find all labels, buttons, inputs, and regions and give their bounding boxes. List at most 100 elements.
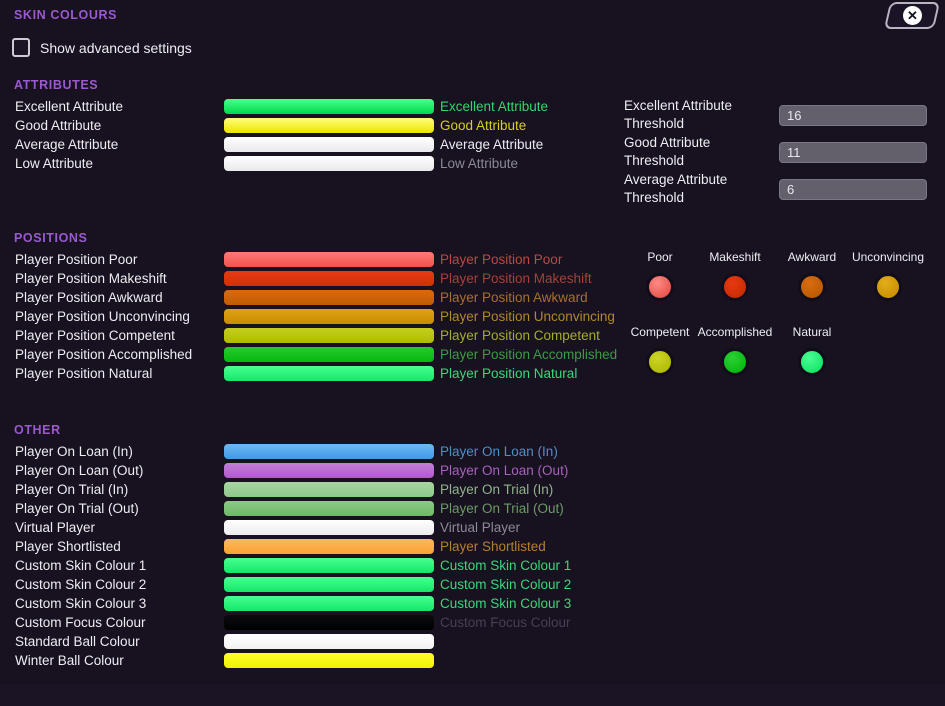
position-circle-item: Poor bbox=[620, 249, 700, 301]
colour-swatch[interactable] bbox=[224, 328, 434, 343]
colour-row-label: Excellent Attribute bbox=[15, 99, 124, 114]
colour-swatch[interactable] bbox=[224, 634, 434, 649]
threshold-label: Good Attribute Threshold bbox=[624, 135, 711, 168]
colour-swatch[interactable] bbox=[224, 99, 434, 114]
colour-sample-text: Custom Skin Colour 1 bbox=[440, 558, 572, 573]
show-advanced-settings-row[interactable]: Show advanced settings bbox=[12, 38, 192, 57]
colour-swatch[interactable] bbox=[224, 577, 434, 592]
colour-swatch[interactable] bbox=[224, 252, 434, 267]
colour-row: Average Attribute Average Attribute bbox=[0, 135, 620, 154]
threshold-input[interactable]: 16 bbox=[779, 105, 927, 126]
colour-swatch[interactable] bbox=[224, 615, 434, 630]
position-circle-swatch[interactable] bbox=[874, 273, 902, 301]
colour-row-label: Player Position Awkward bbox=[15, 290, 163, 305]
colour-sample-text: Player On Trial (Out) bbox=[440, 501, 564, 516]
close-button[interactable]: ✕ bbox=[883, 2, 941, 29]
position-circle-swatch[interactable] bbox=[798, 273, 826, 301]
colour-row: Player On Loan (Out) Player On Loan (Out) bbox=[0, 461, 620, 480]
colour-swatch[interactable] bbox=[224, 290, 434, 305]
colour-row-label: Player Position Competent bbox=[15, 328, 175, 343]
page-title: SKIN COLOURS bbox=[14, 8, 118, 22]
threshold-field-group: Excellent Attribute Threshold 16 bbox=[624, 97, 944, 134]
position-circle-label: Awkward bbox=[787, 250, 837, 264]
colour-swatch[interactable] bbox=[224, 520, 434, 535]
colour-swatch[interactable] bbox=[224, 156, 434, 171]
position-circle-label: Makeshift bbox=[709, 250, 761, 264]
position-circle-swatch[interactable] bbox=[646, 273, 674, 301]
position-circle-item: Competent bbox=[620, 324, 700, 376]
position-circle-label: Natural bbox=[792, 325, 832, 339]
colour-row-label: Good Attribute bbox=[15, 118, 102, 133]
position-circle-swatch[interactable] bbox=[798, 348, 826, 376]
colour-swatch[interactable] bbox=[224, 137, 434, 152]
colour-row: Player Shortlisted Player Shortlisted bbox=[0, 537, 620, 556]
threshold-input[interactable]: 6 bbox=[779, 179, 927, 200]
colour-swatch[interactable] bbox=[224, 653, 434, 668]
colour-sample-text: Player On Trial (In) bbox=[440, 482, 554, 497]
colour-row-label: Winter Ball Colour bbox=[15, 653, 124, 668]
colour-row: Player On Trial (Out) Player On Trial (Ou… bbox=[0, 499, 620, 518]
threshold-field-group: Average Attribute Threshold 6 bbox=[624, 171, 944, 208]
colour-swatch[interactable] bbox=[224, 482, 434, 497]
colour-swatch[interactable] bbox=[224, 444, 434, 459]
colour-swatch[interactable] bbox=[224, 309, 434, 324]
position-circle-item: Accomplished bbox=[695, 324, 775, 376]
colour-sample-text: Low Attribute bbox=[440, 156, 519, 171]
colour-row-label: Average Attribute bbox=[15, 137, 119, 152]
colour-swatch[interactable] bbox=[224, 558, 434, 573]
colour-sample-text: Virtual Player bbox=[440, 520, 521, 535]
colour-sample-text: Player On Loan (In) bbox=[440, 444, 558, 459]
colour-swatch[interactable] bbox=[224, 596, 434, 611]
colour-swatch[interactable] bbox=[224, 501, 434, 516]
colour-row: Custom Focus Colour Custom Focus Colour bbox=[0, 613, 620, 632]
colour-swatch[interactable] bbox=[224, 271, 434, 286]
show-advanced-settings-checkbox[interactable] bbox=[12, 38, 30, 57]
colour-swatch[interactable] bbox=[224, 347, 434, 362]
colour-sample-text: Player Position Accomplished bbox=[440, 347, 618, 362]
close-icon: ✕ bbox=[902, 6, 922, 25]
colour-row-label: Custom Skin Colour 2 bbox=[15, 577, 147, 592]
colour-sample-text: Player Position Unconvincing bbox=[440, 309, 615, 324]
colour-row: Custom Skin Colour 2 Custom Skin Colour 2 bbox=[0, 575, 620, 594]
colour-sample-text: Player Position Makeshift bbox=[440, 271, 592, 286]
colour-row: Good Attribute Good Attribute bbox=[0, 116, 620, 135]
threshold-input[interactable]: 11 bbox=[779, 142, 927, 163]
colour-row: Virtual Player Virtual Player bbox=[0, 518, 620, 537]
colour-row: Player Position Unconvincing Player Posit… bbox=[0, 307, 620, 326]
colour-row-label: Player On Trial (In) bbox=[15, 482, 129, 497]
colour-row-label: Player Position Unconvincing bbox=[15, 309, 190, 324]
colour-sample-text: Custom Focus Colour bbox=[440, 615, 571, 630]
colour-swatch[interactable] bbox=[224, 366, 434, 381]
colour-row-label: Custom Focus Colour bbox=[15, 615, 146, 630]
colour-row: Player Position Natural Player Position N… bbox=[0, 364, 620, 383]
colour-row: Player On Trial (In) Player On Trial (In) bbox=[0, 480, 620, 499]
position-circle-label: Poor bbox=[647, 250, 673, 264]
colour-sample-text: Average Attribute bbox=[440, 137, 544, 152]
position-circle-swatch[interactable] bbox=[646, 348, 674, 376]
threshold-label: Excellent Attribute Threshold bbox=[624, 98, 733, 131]
colour-sample-text: Player On Loan (Out) bbox=[440, 463, 569, 478]
colour-row-label: Player Position Accomplished bbox=[15, 347, 193, 362]
colour-sample-text: Good Attribute bbox=[440, 118, 527, 133]
colour-swatch[interactable] bbox=[224, 463, 434, 478]
colour-row: Standard Ball Colour bbox=[0, 632, 620, 651]
position-circle-label: Competent bbox=[630, 325, 690, 339]
colour-row-label: Custom Skin Colour 3 bbox=[15, 596, 147, 611]
colour-row-label: Custom Skin Colour 1 bbox=[15, 558, 147, 573]
colour-swatch[interactable] bbox=[224, 539, 434, 554]
colour-row: Excellent Attribute Excellent Attribute bbox=[0, 97, 620, 116]
position-circle-swatch[interactable] bbox=[721, 348, 749, 376]
position-circle-label: Accomplished bbox=[697, 325, 773, 339]
colour-swatch[interactable] bbox=[224, 118, 434, 133]
colour-sample-text: Player Position Awkward bbox=[440, 290, 588, 305]
colour-row-label: Player On Loan (Out) bbox=[15, 463, 144, 478]
colour-row: Player On Loan (In) Player On Loan (In) bbox=[0, 442, 620, 461]
colour-row: Player Position Poor Player Position Poor bbox=[0, 250, 620, 269]
colour-row: Custom Skin Colour 1 Custom Skin Colour 1 bbox=[0, 556, 620, 575]
section-title-other: OTHER bbox=[14, 423, 61, 437]
colour-row: Player Position Awkward Player Position A… bbox=[0, 288, 620, 307]
colour-sample-text: Player Shortlisted bbox=[440, 539, 546, 554]
colour-row-label: Player Position Makeshift bbox=[15, 271, 167, 286]
position-circle-item: Awkward bbox=[772, 249, 852, 301]
position-circle-swatch[interactable] bbox=[721, 273, 749, 301]
